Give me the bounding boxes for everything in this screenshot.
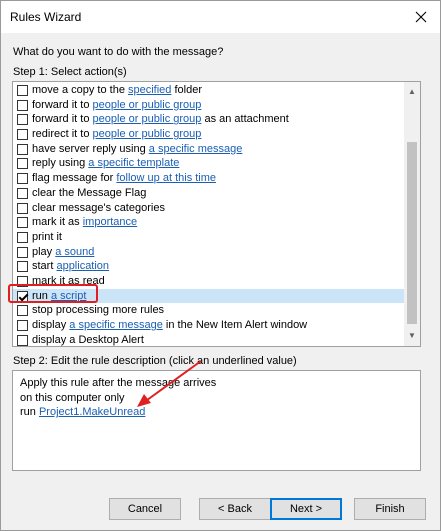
- desc-line-3: run Project1.MakeUnread: [20, 405, 413, 420]
- action-link[interactable]: a specific message: [69, 319, 163, 331]
- action-item[interactable]: flag message for follow up at this time: [13, 171, 406, 186]
- action-text: start: [32, 260, 57, 273]
- step1-label: Step 1: Select action(s): [13, 66, 127, 78]
- annotation-highlight-box: [8, 284, 98, 303]
- scroll-thumb[interactable]: [407, 142, 417, 324]
- checkbox[interactable]: [17, 187, 28, 199]
- action-item[interactable]: clear message's categories: [13, 201, 406, 216]
- action-text: clear message's categories: [32, 201, 165, 214]
- action-item[interactable]: play a sound: [13, 245, 406, 260]
- step2-label: Step 2: Edit the rule description (click…: [13, 355, 297, 367]
- desc-line-1: Apply this rule after the message arrive…: [20, 377, 217, 389]
- checkbox[interactable]: [17, 334, 28, 346]
- action-item[interactable]: mark it as importance: [13, 215, 406, 230]
- actions-list[interactable]: move a copy to the specified folder forwa…: [12, 81, 421, 347]
- checkbox[interactable]: [17, 143, 28, 155]
- action-text: stop processing more rules: [32, 304, 165, 317]
- checkbox[interactable]: [17, 231, 28, 243]
- action-link[interactable]: specified: [128, 84, 171, 96]
- script-name-link[interactable]: Project1.MakeUnread: [39, 406, 145, 418]
- action-item[interactable]: have server reply using a specific messa…: [13, 142, 406, 157]
- back-button[interactable]: < Back: [199, 498, 271, 520]
- action-link[interactable]: people or public group: [93, 128, 202, 140]
- action-link[interactable]: a specific template: [88, 157, 179, 169]
- action-link[interactable]: a specific message: [149, 143, 243, 155]
- action-item[interactable]: redirect it to people or public group: [13, 127, 406, 142]
- desc-line-2: on this computer only: [20, 391, 125, 404]
- checkbox[interactable]: [17, 246, 28, 258]
- action-text: forward it to: [32, 98, 93, 111]
- checkbox[interactable]: [17, 85, 28, 96]
- close-icon[interactable]: [412, 8, 430, 26]
- action-link[interactable]: importance: [83, 216, 137, 228]
- checkbox[interactable]: [17, 320, 28, 331]
- next-button[interactable]: Next >: [270, 498, 342, 520]
- action-link[interactable]: people or public group: [93, 99, 202, 111]
- action-item[interactable]: reply using a specific template: [13, 156, 406, 171]
- rule-description: Apply this rule after the message arrive…: [12, 370, 421, 471]
- desc-line-3-prefix: run: [20, 406, 39, 419]
- action-text: print it: [32, 230, 62, 243]
- rules-wizard-window: Rules Wizard What do you want to do with…: [0, 0, 441, 531]
- checkbox[interactable]: [17, 129, 28, 141]
- checkbox[interactable]: [17, 305, 28, 317]
- action-item[interactable]: display a Desktop Alert: [13, 333, 406, 346]
- action-text: play: [32, 245, 56, 258]
- action-text: display a Desktop Alert: [32, 333, 144, 346]
- action-text: reply using: [32, 157, 89, 170]
- action-text-suffix: folder: [171, 84, 202, 96]
- action-link[interactable]: application: [56, 260, 109, 272]
- cancel-button[interactable]: Cancel: [109, 498, 181, 520]
- action-item[interactable]: print it: [13, 230, 406, 245]
- question-label: What do you want to do with the message?: [13, 46, 224, 58]
- action-text: mark it as: [32, 216, 83, 229]
- actions-items: move a copy to the specified folder forwa…: [13, 83, 406, 346]
- checkbox[interactable]: [17, 114, 28, 126]
- action-item[interactable]: forward it to people or public group: [13, 98, 406, 113]
- action-link[interactable]: a sound: [55, 246, 94, 258]
- action-item[interactable]: clear the Message Flag: [13, 186, 406, 201]
- actions-scrollbar[interactable]: ▲ ▼: [404, 82, 420, 346]
- action-text-suffix: as an attachment: [201, 113, 289, 126]
- action-link[interactable]: follow up at this time: [116, 172, 216, 184]
- checkbox[interactable]: [17, 217, 28, 229]
- action-item[interactable]: start application: [13, 259, 406, 274]
- action-text: have server reply using: [32, 142, 149, 155]
- scroll-up-icon[interactable]: ▲: [404, 85, 420, 99]
- scroll-down-icon[interactable]: ▼: [404, 329, 420, 343]
- action-item[interactable]: stop processing more rules: [13, 303, 406, 318]
- action-text: forward it to: [32, 113, 93, 126]
- action-text: move a copy to the: [32, 84, 128, 96]
- action-link[interactable]: people or public group: [93, 113, 202, 125]
- action-item[interactable]: forward it to people or public group as …: [13, 112, 406, 127]
- checkbox[interactable]: [17, 202, 28, 214]
- action-text: display: [32, 319, 70, 331]
- checkbox[interactable]: [17, 173, 28, 185]
- checkbox[interactable]: [17, 261, 28, 273]
- action-text: clear the Message Flag: [32, 186, 147, 199]
- action-item[interactable]: display a specific message in the New It…: [13, 318, 406, 333]
- finish-button[interactable]: Finish: [354, 498, 426, 520]
- window-title: Rules Wizard: [10, 10, 82, 24]
- action-text-suffix: in the New Item Alert window: [162, 319, 308, 331]
- checkbox[interactable]: [17, 158, 28, 170]
- title-bar: Rules Wizard: [1, 1, 440, 33]
- action-text: redirect it to: [32, 128, 93, 141]
- action-text: flag message for: [32, 172, 117, 185]
- checkbox[interactable]: [17, 99, 28, 111]
- action-item[interactable]: move a copy to the specified folder: [13, 83, 406, 98]
